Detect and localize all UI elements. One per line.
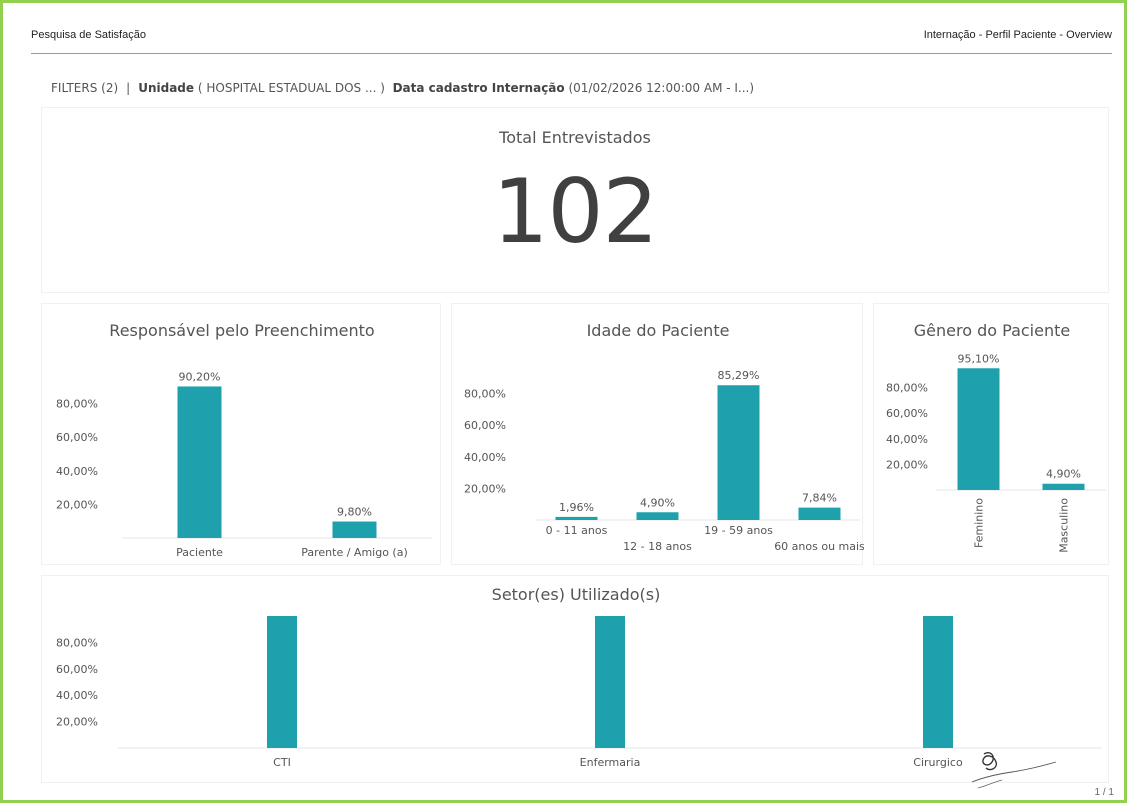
- kpi-title: Total Entrevistados: [499, 128, 651, 147]
- bar: [177, 386, 222, 538]
- y-tick-label: 40,00%: [56, 465, 98, 478]
- bar: [555, 516, 598, 520]
- data-label: 7,84%: [802, 492, 837, 505]
- y-tick-label: 60,00%: [464, 419, 506, 432]
- bar: [595, 616, 625, 748]
- data-label: 4,90%: [640, 496, 675, 509]
- y-tick-label: 20,00%: [56, 716, 98, 729]
- page-number: 1 / 1: [1094, 787, 1114, 798]
- filters-bar: FILTERS (2) | Unidade ( HOSPITAL ESTADUAL …: [51, 81, 754, 95]
- category-label: 19 - 59 anos: [704, 524, 773, 537]
- chart-panel-idade: Idade do Paciente 20,00% 40,00% 60,00% 80,00…: [451, 303, 864, 565]
- bar: [923, 616, 953, 748]
- bar: [332, 521, 377, 538]
- y-tick-label: 80,00%: [464, 388, 506, 401]
- chart-title: Setor(es) Utilizado(s): [492, 585, 661, 604]
- category-label: Masculino: [1058, 498, 1071, 553]
- data-label: 90,20%: [179, 370, 221, 383]
- data-label: 9,80%: [337, 506, 372, 519]
- chart-setor: Setor(es) Utilizado(s) 20,00% 40,00% 60,00%…: [56, 585, 1102, 769]
- data-label: 95,10%: [958, 352, 1000, 365]
- filters-count[interactable]: FILTERS (2): [51, 81, 118, 95]
- category-label: 12 - 18 anos: [623, 540, 692, 553]
- category-label: 0 - 11 anos: [546, 524, 608, 537]
- y-tick-label: 20,00%: [464, 482, 506, 495]
- chart-panel-genero: Gênero do Paciente 20,00% 40,00% 60,00% 80,0…: [873, 303, 1109, 565]
- report-subtitle: Internação - Perfil Paciente - Overview: [923, 29, 1112, 41]
- chart-genero: Gênero do Paciente 20,00% 40,00% 60,00% 80,0…: [886, 321, 1106, 553]
- filter-unidade-name[interactable]: Unidade: [138, 81, 194, 95]
- bar: [798, 507, 841, 520]
- kpi-value: 102: [492, 160, 659, 263]
- category-label: Paciente: [176, 546, 223, 559]
- data-label: 85,29%: [718, 369, 760, 382]
- bar: [267, 616, 297, 748]
- bar: [636, 512, 679, 520]
- bar: [957, 368, 1000, 490]
- filter-unidade-value[interactable]: ( HOSPITAL ESTADUAL DOS ... ): [198, 81, 385, 95]
- kpi-panel: Total Entrevistados 102: [41, 107, 1109, 293]
- y-tick-label: 40,00%: [464, 451, 506, 464]
- y-tick-label: 80,00%: [56, 636, 98, 649]
- bar: [1042, 483, 1085, 490]
- y-tick-label: 80,00%: [56, 398, 98, 411]
- y-tick-label: 80,00%: [886, 382, 928, 395]
- chart-title: Gênero do Paciente: [914, 321, 1070, 340]
- chart-title: Idade do Paciente: [587, 321, 730, 340]
- category-label: CTI: [273, 756, 291, 769]
- y-tick-label: 40,00%: [886, 433, 928, 446]
- y-tick-label: 40,00%: [56, 689, 98, 702]
- chart-panel-responsavel: Responsável pelo Preenchimento 20,00% 40,0…: [41, 303, 441, 565]
- report-page: Pesquisa de Satisfação Internação - Perf…: [0, 0, 1127, 803]
- y-tick-label: 60,00%: [56, 431, 98, 444]
- bar: [717, 385, 760, 520]
- filter-data-value[interactable]: (01/02/2026 12:00:00 AM - I...): [568, 81, 754, 95]
- category-label: Cirurgico: [913, 756, 963, 769]
- category-label: Parente / Amigo (a): [301, 546, 408, 559]
- y-tick-label: 20,00%: [886, 458, 928, 471]
- chart-responsavel: Responsável pelo Preenchimento 20,00% 40,0…: [56, 321, 432, 559]
- category-label: Feminino: [973, 498, 986, 548]
- header-divider: [31, 53, 1112, 54]
- y-tick-label: 60,00%: [886, 407, 928, 420]
- chart-panel-setor: Setor(es) Utilizado(s) 20,00% 40,00% 60,00%…: [41, 575, 1109, 783]
- signature-stamp: [971, 752, 1057, 789]
- chart-title: Responsável pelo Preenchimento: [109, 321, 374, 340]
- data-label: 4,90%: [1046, 468, 1081, 481]
- data-label: 1,96%: [559, 501, 594, 514]
- category-label: Enfermaria: [580, 756, 641, 769]
- filter-data-name[interactable]: Data cadastro Internação: [393, 81, 565, 95]
- category-label: 60 anos ou mais: [774, 540, 864, 553]
- y-tick-label: 60,00%: [56, 663, 98, 676]
- filters-separator: |: [126, 81, 131, 95]
- report-title: Pesquisa de Satisfação: [31, 29, 146, 41]
- chart-idade: Idade do Paciente 20,00% 40,00% 60,00% 80,00…: [464, 321, 864, 553]
- y-tick-label: 20,00%: [56, 498, 98, 511]
